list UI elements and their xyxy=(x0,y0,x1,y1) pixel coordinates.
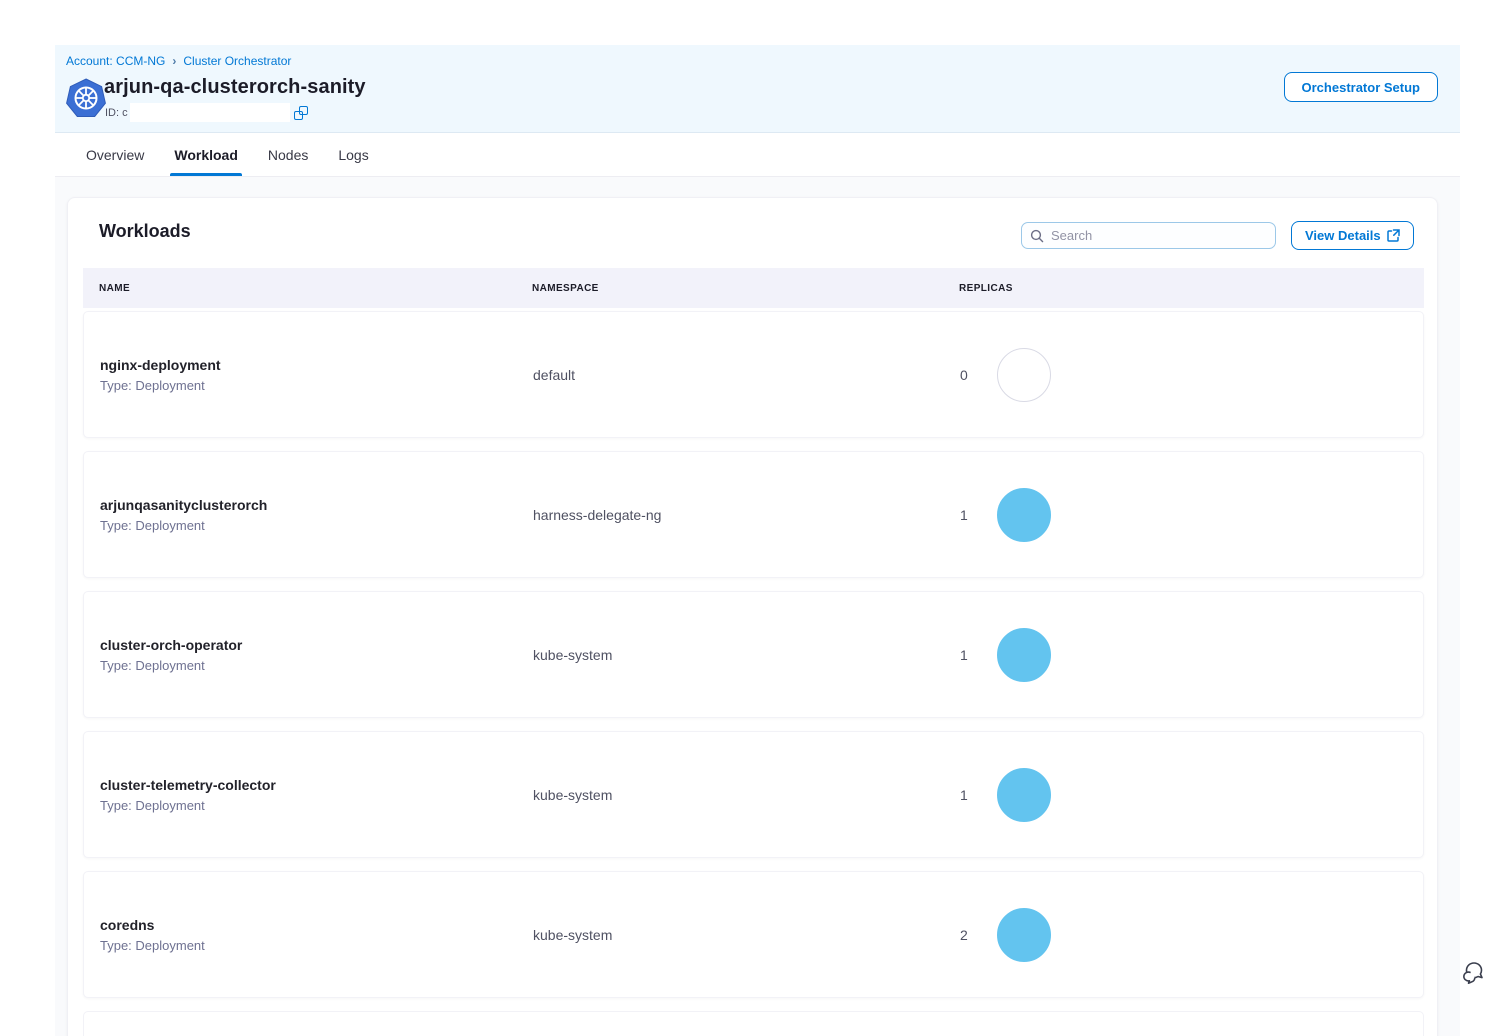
table-row-partial[interactable] xyxy=(83,1011,1424,1036)
tab-bar: Overview Workload Nodes Logs xyxy=(55,133,1460,177)
cluster-id-row: ID: c xyxy=(105,103,308,122)
table-row[interactable]: nginx-deployment Type: Deployment defaul… xyxy=(83,311,1424,438)
page: Account: CCM-NG › Cluster Orchestrator xyxy=(0,0,1502,1036)
page-title: arjun-qa-clusterorch-sanity xyxy=(104,76,366,99)
breadcrumb-account-link[interactable]: Account: CCM-NG xyxy=(66,54,165,68)
workload-table-body: nginx-deployment Type: Deployment defaul… xyxy=(83,311,1424,998)
replica-status-circle xyxy=(997,628,1051,682)
breadcrumb-page-link[interactable]: Cluster Orchestrator xyxy=(183,54,291,68)
column-header-name: NAME xyxy=(99,283,532,294)
workload-namespace: default xyxy=(533,367,960,383)
replicas-count: 2 xyxy=(960,927,972,943)
replicas-count: 1 xyxy=(960,787,972,803)
table-header-row: NAME NAMESPACE REPLICAS xyxy=(83,268,1424,308)
workload-name: arjunqasanityclusterorch xyxy=(100,497,533,513)
breadcrumb: Account: CCM-NG › Cluster Orchestrator xyxy=(66,54,291,68)
table-row[interactable]: cluster-orch-operator Type: Deployment k… xyxy=(83,591,1424,718)
workload-name-cell: nginx-deployment Type: Deployment xyxy=(100,357,533,393)
view-details-label: View Details xyxy=(1305,228,1381,243)
chat-help-icon[interactable] xyxy=(1462,958,1490,986)
cluster-header: Account: CCM-NG › Cluster Orchestrator xyxy=(55,45,1460,133)
workload-name: coredns xyxy=(100,917,533,933)
table-row[interactable]: coredns Type: Deployment kube-system 2 xyxy=(83,871,1424,998)
workload-replicas-cell: 1 xyxy=(960,768,1423,822)
replicas-count: 1 xyxy=(960,647,972,663)
workload-name-cell: coredns Type: Deployment xyxy=(100,917,533,953)
replica-status-circle xyxy=(997,908,1051,962)
tab-workload[interactable]: Workload xyxy=(172,133,240,176)
workload-type: Type: Deployment xyxy=(100,938,533,953)
external-link-icon xyxy=(1387,229,1400,242)
workload-name-cell: cluster-telemetry-collector Type: Deploy… xyxy=(100,777,533,813)
workload-name-cell: cluster-orch-operator Type: Deployment xyxy=(100,637,533,673)
breadcrumb-separator-icon: › xyxy=(172,54,176,68)
search-box xyxy=(1021,222,1276,249)
workload-namespace: kube-system xyxy=(533,927,960,943)
workload-type: Type: Deployment xyxy=(100,378,533,393)
column-header-namespace: NAMESPACE xyxy=(532,283,959,294)
workload-name: nginx-deployment xyxy=(100,357,533,373)
search-input[interactable] xyxy=(1051,228,1267,243)
kubernetes-icon xyxy=(66,78,106,118)
view-details-button[interactable]: View Details xyxy=(1291,221,1414,250)
workload-namespace: harness-delegate-ng xyxy=(533,507,960,523)
workload-replicas-cell: 1 xyxy=(960,628,1423,682)
cluster-id-label: ID: c xyxy=(105,107,128,119)
table-row[interactable]: cluster-telemetry-collector Type: Deploy… xyxy=(83,731,1424,858)
workload-name-cell: arjunqasanityclusterorch Type: Deploymen… xyxy=(100,497,533,533)
tab-nodes[interactable]: Nodes xyxy=(266,133,310,176)
workload-name: cluster-telemetry-collector xyxy=(100,777,533,793)
workload-type: Type: Deployment xyxy=(100,658,533,673)
workload-type: Type: Deployment xyxy=(100,518,533,533)
workloads-title: Workloads xyxy=(99,221,191,242)
workloads-card: Workloads View Details NAME NAMESPAC xyxy=(67,197,1438,1036)
tab-logs[interactable]: Logs xyxy=(336,133,370,176)
cluster-id-redacted-value xyxy=(130,103,290,122)
replica-status-circle xyxy=(997,348,1051,402)
orchestrator-setup-button[interactable]: Orchestrator Setup xyxy=(1284,72,1438,102)
replicas-count: 0 xyxy=(960,367,972,383)
replica-status-circle xyxy=(997,768,1051,822)
workload-namespace: kube-system xyxy=(533,787,960,803)
workload-replicas-cell: 1 xyxy=(960,488,1423,542)
workloads-table: NAME NAMESPACE REPLICAS nginx-deployment… xyxy=(83,268,1424,1036)
content-area: Workloads View Details NAME NAMESPAC xyxy=(55,177,1460,1036)
tab-overview[interactable]: Overview xyxy=(84,133,146,176)
table-row[interactable]: arjunqasanityclusterorch Type: Deploymen… xyxy=(83,451,1424,578)
workload-name: cluster-orch-operator xyxy=(100,637,533,653)
replica-status-circle xyxy=(997,488,1051,542)
copy-icon[interactable] xyxy=(294,106,308,120)
workload-type: Type: Deployment xyxy=(100,798,533,813)
search-icon xyxy=(1030,229,1044,243)
workload-replicas-cell: 2 xyxy=(960,908,1423,962)
column-header-replicas: REPLICAS xyxy=(959,283,1424,294)
replicas-count: 1 xyxy=(960,507,972,523)
workload-replicas-cell: 0 xyxy=(960,348,1423,402)
workload-namespace: kube-system xyxy=(533,647,960,663)
